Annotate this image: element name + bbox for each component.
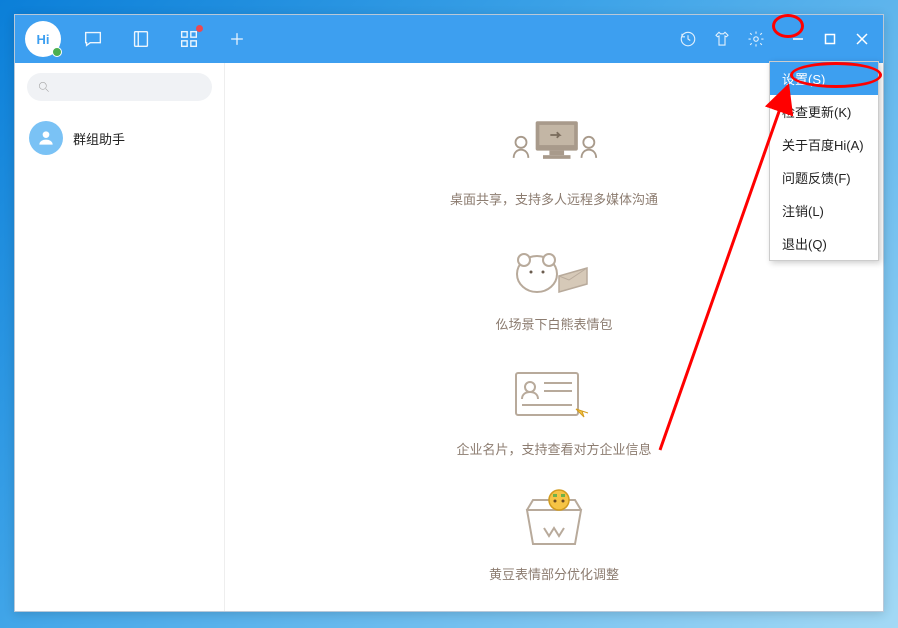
- app-window: Hi: [14, 14, 884, 612]
- gear-icon[interactable]: [745, 28, 767, 50]
- status-online-dot: [52, 47, 62, 57]
- menu-item-exit[interactable]: 退出(Q): [770, 227, 878, 260]
- search-input[interactable]: [27, 73, 212, 101]
- menu-item-feedback[interactable]: 问题反馈(F): [770, 161, 878, 194]
- menu-item-check-update[interactable]: 检查更新(K): [770, 95, 878, 128]
- feature-caption: 仫场景下白熊表情包: [495, 314, 612, 333]
- feature-business-card: 企业名片，支持查看对方企业信息: [456, 361, 651, 458]
- add-icon[interactable]: [225, 27, 249, 51]
- logo-text: Hi: [37, 32, 50, 47]
- sidebar: 群组助手: [15, 63, 225, 611]
- feature-caption: 黄豆表情部分优化调整: [489, 564, 619, 583]
- feature-emoji-update: 黄豆表情部分优化调整: [489, 486, 619, 583]
- skin-icon[interactable]: [711, 28, 733, 50]
- search-icon: [37, 80, 51, 94]
- contacts-icon[interactable]: [129, 27, 153, 51]
- emoji-illustration: [499, 486, 609, 556]
- group-icon: [29, 121, 63, 155]
- search-row: [15, 63, 224, 111]
- history-icon[interactable]: [677, 28, 699, 50]
- menu-item-logout[interactable]: 注销(L): [770, 194, 878, 227]
- content: 群组助手 桌面共享: [15, 63, 883, 611]
- sidebar-item-label: 群组助手: [73, 129, 125, 148]
- feature-bear-stickers: 仫场景下白熊表情包: [495, 236, 612, 333]
- feature-caption: 企业名片，支持查看对方企业信息: [456, 439, 651, 458]
- feature-screen-share: 桌面共享，支持多人远程多媒体沟通: [450, 111, 658, 208]
- sidebar-item-group-assistant[interactable]: 群组助手: [15, 111, 224, 165]
- screen-share-illustration: [499, 111, 609, 181]
- nav-icons: [81, 27, 249, 51]
- titlebar-right: [677, 28, 873, 50]
- settings-dropdown: 设置(S) 检查更新(K) 关于百度Hi(A) 问题反馈(F) 注销(L) 退出…: [769, 61, 879, 261]
- window-controls: [787, 28, 873, 50]
- bear-illustration: [499, 236, 609, 306]
- card-illustration: [499, 361, 609, 431]
- menu-item-settings[interactable]: 设置(S): [770, 62, 878, 95]
- menu-item-about[interactable]: 关于百度Hi(A): [770, 128, 878, 161]
- chat-icon[interactable]: [81, 27, 105, 51]
- close-button[interactable]: [851, 28, 873, 50]
- notification-badge: [196, 25, 203, 32]
- apps-icon[interactable]: [177, 27, 201, 51]
- maximize-button[interactable]: [819, 28, 841, 50]
- minimize-button[interactable]: [787, 28, 809, 50]
- avatar[interactable]: Hi: [25, 21, 61, 57]
- titlebar: Hi: [15, 15, 883, 63]
- feature-caption: 桌面共享，支持多人远程多媒体沟通: [450, 189, 658, 208]
